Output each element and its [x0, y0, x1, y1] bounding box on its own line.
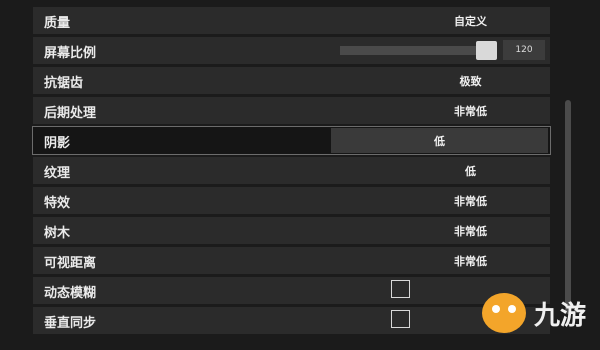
setting-row-effects[interactable]: 特效 非常低	[33, 187, 550, 214]
watermark-logo-icon	[482, 293, 526, 333]
setting-label: 动态模糊	[44, 286, 97, 301]
setting-row-shadows[interactable]: 阴影 低	[32, 126, 551, 155]
motion-blur-checkbox[interactable]	[391, 280, 410, 298]
logo-eye-icon	[492, 305, 500, 313]
setting-row-screen-scale: 屏幕比例 120	[33, 37, 550, 64]
logo-eye-icon	[508, 305, 516, 313]
watermark-text: 九游	[534, 301, 587, 331]
screen-scale-slider-thumb[interactable]	[476, 41, 497, 60]
setting-row-post-processing[interactable]: 后期处理 非常低	[33, 97, 550, 124]
foliage-value[interactable]: 非常低	[363, 223, 578, 239]
vsync-checkbox[interactable]	[391, 310, 410, 328]
setting-label: 树木	[44, 226, 71, 241]
screen-scale-slider-track[interactable]	[340, 46, 497, 55]
setting-row-textures[interactable]: 纹理 低	[33, 157, 550, 184]
setting-label: 纹理	[44, 166, 71, 181]
setting-label: 可视距离	[44, 256, 97, 271]
quality-dropdown-value[interactable]: 自定义	[363, 13, 578, 29]
setting-label: 屏幕比例	[44, 46, 97, 61]
post-processing-value[interactable]: 非常低	[363, 103, 578, 119]
watermark: 九游	[470, 285, 600, 350]
setting-label: 抗锯齿	[44, 76, 84, 91]
setting-row-anti-aliasing[interactable]: 抗锯齿 极致	[33, 67, 550, 94]
view-distance-value[interactable]: 非常低	[363, 253, 578, 269]
effects-value[interactable]: 非常低	[363, 193, 578, 209]
setting-row-foliage[interactable]: 树木 非常低	[33, 217, 550, 244]
setting-label: 质量	[44, 16, 71, 31]
setting-row-quality[interactable]: 质量 自定义	[33, 7, 550, 34]
setting-label: 特效	[44, 196, 71, 211]
shadows-value[interactable]: 低	[331, 133, 548, 149]
anti-aliasing-value[interactable]: 极致	[363, 73, 578, 89]
setting-row-view-distance[interactable]: 可视距离 非常低	[33, 247, 550, 274]
setting-label: 垂直同步	[44, 316, 97, 331]
screen-scale-value[interactable]: 120	[503, 40, 545, 60]
textures-value[interactable]: 低	[363, 163, 578, 179]
settings-scrollbar[interactable]	[565, 100, 571, 314]
setting-label: 阴影	[44, 136, 71, 151]
setting-label: 后期处理	[44, 106, 97, 121]
